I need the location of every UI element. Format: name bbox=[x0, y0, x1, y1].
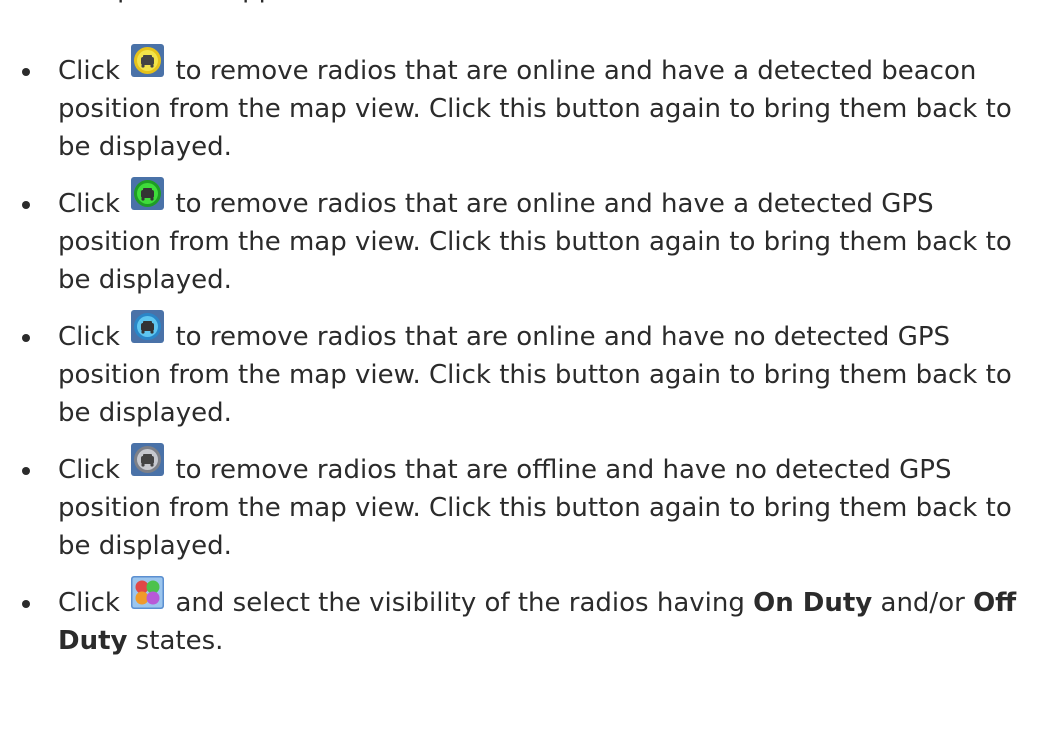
bullet-text: to remove radios that are online and hav… bbox=[58, 322, 1012, 428]
list-item: Click to remove radios that are online a… bbox=[0, 310, 1057, 432]
bullet-dot bbox=[22, 467, 30, 475]
bullet-dot bbox=[22, 201, 30, 209]
bullet-dot bbox=[22, 600, 30, 608]
list-item: Click to remove radios that are online a… bbox=[0, 44, 1057, 166]
duty-state-icon bbox=[131, 576, 165, 609]
yellow-radio-icon bbox=[131, 44, 165, 77]
gray-radio-icon bbox=[131, 443, 165, 476]
click-word: Click bbox=[58, 455, 120, 485]
green-radio-icon bbox=[131, 177, 165, 210]
bullet-text: to remove radios that are online and hav… bbox=[58, 189, 1012, 295]
bullet-dot bbox=[22, 334, 30, 342]
document-page: ... top of the app... Click to remove ra… bbox=[0, 0, 1057, 737]
bullet-list: Click to remove radios that are online a… bbox=[0, 44, 1057, 679]
bullet-dot bbox=[22, 68, 30, 76]
bullet-text-mid: and/or bbox=[880, 588, 965, 618]
list-item: Click and select the visibility of the r… bbox=[0, 576, 1057, 660]
partial-text-line: ... top of the app... bbox=[58, 0, 300, 8]
click-word: Click bbox=[58, 189, 120, 219]
click-word: Click bbox=[58, 322, 120, 352]
bullet-text-before: and select the visibility of the radios … bbox=[175, 588, 745, 618]
bullet-text-after: states. bbox=[135, 626, 224, 656]
list-item: Click to remove radios that are online a… bbox=[0, 177, 1057, 299]
click-word: Click bbox=[58, 588, 120, 618]
bullet-text: to remove radios that are online and hav… bbox=[58, 56, 1012, 162]
blue-radio-icon bbox=[131, 310, 165, 343]
bullet-text: to remove radios that are offline and ha… bbox=[58, 455, 1012, 561]
click-word: Click bbox=[58, 56, 120, 86]
on-duty-label: On Duty bbox=[753, 588, 873, 618]
list-item: Click to remove radios that are offline … bbox=[0, 443, 1057, 565]
